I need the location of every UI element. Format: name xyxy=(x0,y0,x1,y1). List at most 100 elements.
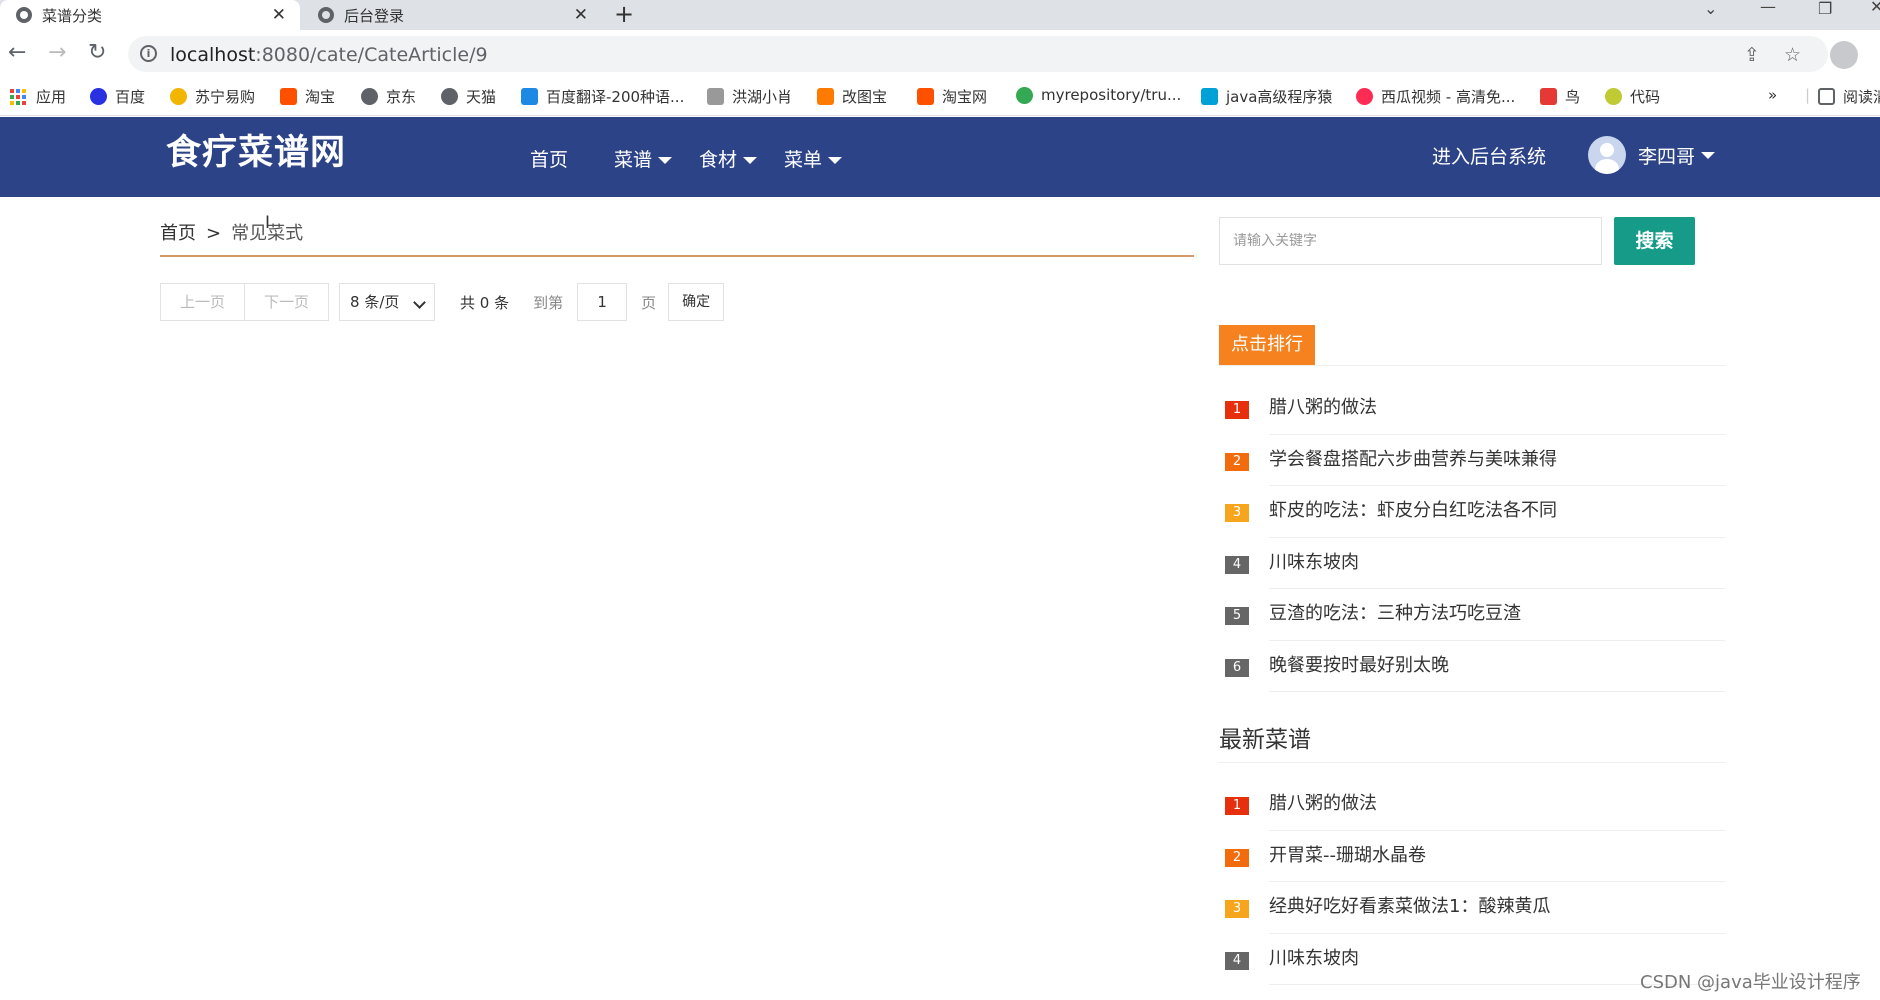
goto-confirm-button[interactable]: 确定 xyxy=(668,283,725,321)
bookmark-item[interactable]: 洪湖小肖 xyxy=(707,86,792,107)
close-icon[interactable]: ✕ xyxy=(272,5,286,25)
bookmark-item[interactable]: myrepository/tru... xyxy=(1016,86,1181,104)
bookmark-item[interactable]: 淘宝 xyxy=(280,86,335,107)
rank-list: 1 腊八粥的做法 2 学会餐盘搭配六步曲营养与美味兼得 3 虾皮的吃法：虾皮分白红吃法… xyxy=(1219,383,1725,692)
caret-down-icon xyxy=(658,157,673,164)
profile-avatar-icon[interactable] xyxy=(1830,41,1858,69)
bookmark-item[interactable]: 西瓜视频 - 高清免... xyxy=(1356,86,1515,107)
bookmark-item[interactable]: 百度翻译-200种语... xyxy=(521,86,684,107)
search-input[interactable]: 请输入关键字 xyxy=(1219,217,1602,265)
list-item-title[interactable]: 学会餐盘搭配六步曲营养与美味兼得 xyxy=(1269,449,1557,470)
forward-icon[interactable]: → xyxy=(48,41,66,65)
url-input[interactable]: i localhost:8080/cate/CateArticle/9 ⇪ ☆ xyxy=(128,36,1828,72)
image-icon xyxy=(817,88,834,105)
list-item-title[interactable]: 经典好吃好看素菜做法1：酸辣黄瓜 xyxy=(1269,896,1550,917)
nav-recipes[interactable]: 菜谱 xyxy=(614,145,673,172)
list-item-title[interactable]: 川味东坡肉 xyxy=(1269,552,1359,573)
breadcrumb-separator: > xyxy=(206,223,222,244)
window-close-icon[interactable]: ✕ xyxy=(1870,0,1880,15)
admin-link[interactable]: 进入后台系统 xyxy=(1432,142,1546,169)
bookmark-apps[interactable]: 应用 xyxy=(10,86,66,107)
video-icon xyxy=(1356,88,1373,105)
list-item[interactable]: 1 腊八粥的做法 xyxy=(1225,383,1725,435)
breadcrumb: 首页 > 常见菜式 xyxy=(160,219,1194,257)
breadcrumb-home[interactable]: 首页 xyxy=(160,223,196,244)
bird-icon xyxy=(1540,88,1557,105)
search-button[interactable]: 搜索 xyxy=(1614,217,1695,265)
latest-section-title: 最新菜谱 xyxy=(1219,720,1725,763)
bookmark-item[interactable]: 百度 xyxy=(90,86,145,107)
browser-tab-active[interactable]: 菜谱分类 ✕ xyxy=(0,0,300,30)
taobao-icon xyxy=(917,88,934,105)
page-number-input[interactable]: 1 xyxy=(577,283,628,321)
bookmark-item[interactable]: 代码 xyxy=(1605,86,1660,107)
bookmark-item[interactable]: 改图宝 xyxy=(817,86,887,107)
bookmark-item[interactable]: java高级程序猿 xyxy=(1201,86,1332,107)
list-item-title[interactable]: 豆渣的吃法：三种方法巧吃豆渣 xyxy=(1269,603,1521,624)
bookmark-item[interactable]: 京东 xyxy=(361,86,416,107)
list-item[interactable]: 2 学会餐盘搭配六步曲营养与美味兼得 xyxy=(1225,435,1725,486)
nav-ingredients[interactable]: 食材 xyxy=(699,145,758,172)
reading-list-icon xyxy=(1818,88,1835,105)
minimize-icon[interactable]: — xyxy=(1760,0,1776,15)
new-tab-button[interactable]: + xyxy=(614,0,634,28)
url-text[interactable]: localhost:8080/cate/CateArticle/9 xyxy=(170,44,488,66)
baidu-icon xyxy=(90,88,107,105)
close-icon[interactable]: ✕ xyxy=(574,5,588,25)
translate-icon xyxy=(521,88,538,105)
site-logo[interactable]: 食疗菜谱网 xyxy=(166,124,346,175)
apps-grid-icon xyxy=(10,88,26,105)
bookmarks-overflow[interactable]: » xyxy=(1768,86,1777,104)
list-item-title[interactable]: 腊八粥的做法 xyxy=(1269,793,1377,814)
globe-icon xyxy=(361,88,378,105)
reading-list[interactable]: 阅读清 xyxy=(1818,86,1880,107)
total-count: 共 0 条 xyxy=(460,293,510,312)
tab-title: 后台登录 xyxy=(344,6,405,25)
list-item-title[interactable]: 开胃菜--珊瑚水晶卷 xyxy=(1269,845,1426,866)
bookmarks-bar: 应用 百度 苏宁易购 淘宝 京东 天猫 百度翻译-200种语... 洪湖小肖 改… xyxy=(0,78,1880,116)
list-item[interactable]: 5 豆渣的吃法：三种方法巧吃豆渣 xyxy=(1225,589,1725,641)
nav-home[interactable]: 首页 xyxy=(530,145,568,172)
globe-icon xyxy=(16,7,32,23)
share-icon[interactable]: ⇪ xyxy=(1744,44,1760,66)
back-icon[interactable]: ← xyxy=(8,41,26,65)
address-bar: ← → ↻ i localhost:8080/cate/CateArticle/… xyxy=(0,30,1880,78)
bookmark-item[interactable]: 苏宁易购 xyxy=(170,86,255,107)
page-size-select[interactable]: 8 条/页 xyxy=(339,283,436,321)
rank-section-title: 点击排行 xyxy=(1219,325,1725,366)
watermark: CSDN @java毕业设计程序 xyxy=(1640,972,1861,993)
rank-badge: 2 xyxy=(1225,848,1249,867)
reload-icon[interactable]: ↻ xyxy=(88,41,106,65)
globe-icon xyxy=(441,88,458,105)
list-item-title[interactable]: 虾皮的吃法：虾皮分白红吃法各不同 xyxy=(1269,500,1557,521)
rank-badge: 3 xyxy=(1225,504,1249,522)
list-item-title[interactable]: 晚餐要按时最好别太晚 xyxy=(1269,655,1449,676)
bookmark-item[interactable]: 鸟 xyxy=(1540,86,1580,107)
nav-menus[interactable]: 菜单 xyxy=(784,145,843,172)
page-unit-label: 页 xyxy=(641,293,657,312)
next-page-button[interactable]: 下一页 xyxy=(245,283,330,321)
list-item[interactable]: 2 开胃菜--珊瑚水晶卷 xyxy=(1225,831,1725,882)
user-menu[interactable]: 李四哥 xyxy=(1588,136,1716,174)
tab-search-icon[interactable]: ⌄ xyxy=(1704,1,1717,17)
list-item[interactable]: 4 川味东坡肉 xyxy=(1225,538,1725,589)
browser-tab[interactable]: 后台登录 ✕ xyxy=(302,0,602,30)
site-header: 食疗菜谱网 首页 菜谱 食材 菜单 进入后台系统 李四哥 xyxy=(0,117,1880,197)
bookmark-item[interactable]: 淘宝网 xyxy=(917,86,987,107)
bird-icon xyxy=(707,88,724,105)
restore-icon[interactable]: ❐ xyxy=(1818,1,1832,17)
chrome-icon xyxy=(1016,86,1033,104)
list-item[interactable]: 1 腊八粥的做法 xyxy=(1225,779,1725,831)
list-item-title[interactable]: 腊八粥的做法 xyxy=(1269,397,1377,418)
list-item[interactable]: 3 经典好吃好看素菜做法1：酸辣黄瓜 xyxy=(1225,882,1725,934)
bookmark-item[interactable]: 天猫 xyxy=(441,86,496,107)
site-info-icon[interactable]: i xyxy=(140,45,157,62)
star-icon[interactable]: ☆ xyxy=(1784,44,1801,66)
list-item[interactable]: 6 晚餐要按时最好别太晚 xyxy=(1225,641,1725,692)
rank-badge: 4 xyxy=(1225,555,1249,574)
list-item[interactable]: 3 虾皮的吃法：虾皮分白红吃法各不同 xyxy=(1225,486,1725,538)
list-item-title[interactable]: 川味东坡肉 xyxy=(1269,948,1359,969)
code-icon xyxy=(1605,88,1622,105)
prev-page-button[interactable]: 上一页 xyxy=(160,283,246,321)
rank-badge: 1 xyxy=(1225,401,1249,419)
